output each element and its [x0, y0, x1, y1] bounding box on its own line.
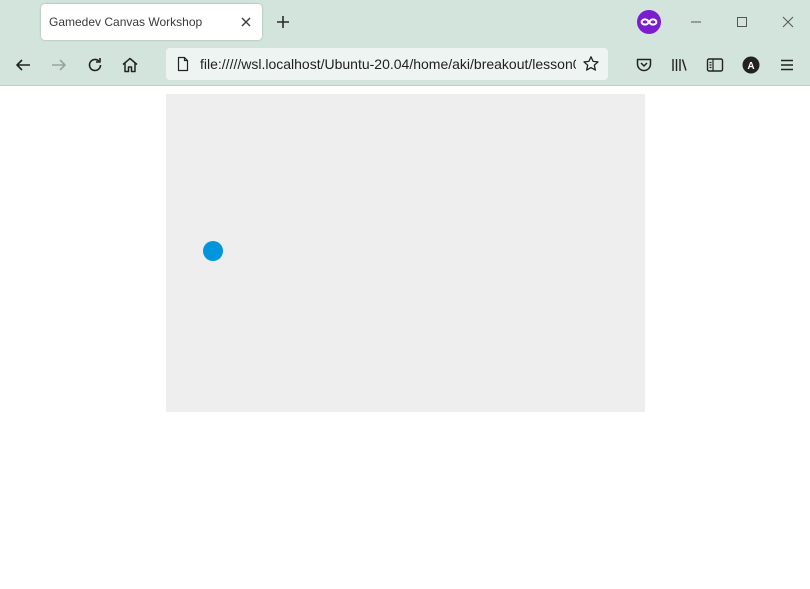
account-icon[interactable]: A [741, 55, 761, 75]
ball [203, 241, 223, 261]
tab-close-icon[interactable] [238, 14, 254, 30]
reload-icon[interactable] [85, 55, 105, 75]
private-mask-icon[interactable] [637, 10, 661, 34]
home-icon[interactable] [120, 55, 140, 75]
minimize-icon[interactable] [686, 12, 706, 32]
tab-strip: Gamedev Canvas Workshop [0, 0, 810, 44]
address-bar[interactable]: file://///wsl.localhost/Ubuntu-20.04/hom… [166, 48, 608, 80]
browser-window: Gamedev Canvas Workshop file://///wsl.lo… [0, 0, 810, 589]
url-text[interactable]: file://///wsl.localhost/Ubuntu-20.04/hom… [200, 56, 576, 72]
forward-arrow-icon[interactable] [49, 55, 69, 75]
tab-title: Gamedev Canvas Workshop [49, 15, 203, 29]
account-initial: A [747, 61, 754, 72]
page-icon [175, 56, 191, 72]
maximize-icon[interactable] [732, 12, 752, 32]
close-window-icon[interactable] [778, 12, 798, 32]
navigation-toolbar: file://///wsl.localhost/Ubuntu-20.04/hom… [0, 44, 810, 86]
new-tab-plus-icon[interactable] [274, 13, 292, 31]
game-canvas[interactable] [166, 94, 645, 412]
pocket-icon[interactable] [634, 55, 654, 75]
hamburger-menu-icon[interactable] [777, 55, 797, 75]
bookmark-star-icon[interactable] [582, 55, 600, 73]
sidebar-icon[interactable] [705, 55, 725, 75]
page-content [0, 86, 810, 589]
tab-active[interactable]: Gamedev Canvas Workshop [41, 4, 262, 40]
library-icon[interactable] [669, 55, 689, 75]
back-arrow-icon[interactable] [13, 55, 33, 75]
